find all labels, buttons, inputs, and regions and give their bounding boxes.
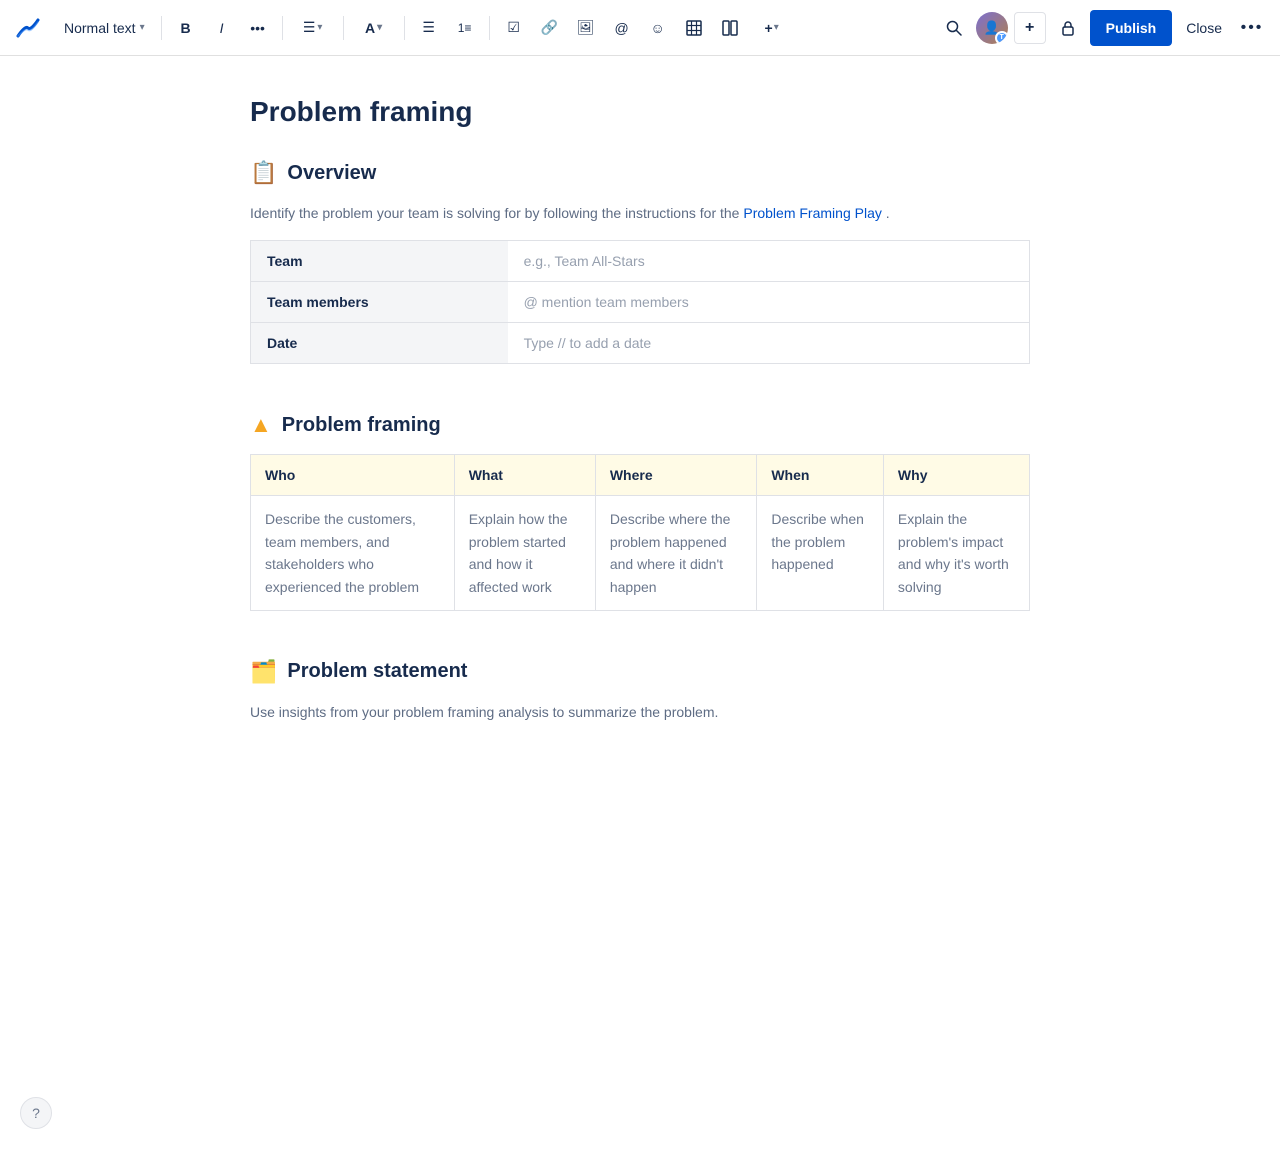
help-button[interactable]: ? [20,1097,52,1129]
why-cell[interactable]: Explain the problem's impact and why it'… [883,496,1029,611]
team-label: Team [251,241,508,282]
toolbar: Normal text ▾ B I ••• ☰ ▾ A ▾ ☰ 1≡ ☑ 🔗 [0,0,1280,56]
toolbar-right: 👤 T + Publish Close ••• [938,10,1268,46]
font-color-button[interactable]: A ▾ [352,12,396,44]
team-members-label: Team members [251,282,508,323]
problem-statement-heading: 🗂️ Problem statement [250,659,1030,685]
add-button[interactable]: + [1014,12,1046,44]
team-value[interactable]: e.g., Team All-Stars [508,241,1030,282]
col-who: Who [251,455,455,496]
layout-button[interactable] [714,12,746,44]
overview-section: 📋 Overview Identify the problem your tea… [250,160,1030,364]
col-what: What [454,455,595,496]
where-cell[interactable]: Describe where the problem happened and … [595,496,756,611]
col-when: When [757,455,884,496]
problem-framing-heading: ▲ Problem framing [250,412,1030,438]
col-where: Where [595,455,756,496]
date-label: Date [251,323,508,364]
divider-3 [343,16,344,40]
problem-statement-description: Use insights from your problem framing a… [250,701,1030,723]
avatar[interactable]: 👤 T [976,12,1008,44]
insert-more-button[interactable]: + ▾ [750,12,794,44]
framing-table-header-row: Who What Where When Why [251,455,1030,496]
divider-1 [161,16,162,40]
overview-heading: 📋 Overview [250,160,1030,186]
link-button[interactable]: 🔗 [534,12,566,44]
more-options-button[interactable]: ••• [1236,12,1268,44]
col-why: Why [883,455,1029,496]
restrict-button[interactable] [1052,12,1084,44]
table-row: Team members @ mention team members [251,282,1030,323]
who-cell[interactable]: Describe the customers, team members, an… [251,496,455,611]
more-text-button[interactable]: ••• [242,12,274,44]
numbered-list-button[interactable]: 1≡ [449,12,481,44]
text-style-chevron: ▾ [140,22,145,33]
framing-table: Who What Where When Why Describe the cus… [250,454,1030,611]
emoji-button[interactable]: ☺ [642,12,674,44]
align-button[interactable]: ☰ ▾ [291,12,335,44]
bullet-list-button[interactable]: ☰ [413,12,445,44]
table-row: Team e.g., Team All-Stars [251,241,1030,282]
date-value[interactable]: Type // to add a date [508,323,1030,364]
divider-4 [404,16,405,40]
overview-description: Identify the problem your team is solvin… [250,202,1030,224]
divider-2 [282,16,283,40]
image-button[interactable]: 🖼 [570,12,602,44]
table-row: Date Type // to add a date [251,323,1030,364]
problem-statement-icon: 🗂️ [250,659,277,685]
problem-framing-play-link[interactable]: Problem Framing Play [743,205,882,221]
when-cell[interactable]: Describe when the problem happened [757,496,884,611]
italic-button[interactable]: I [206,12,238,44]
team-members-value[interactable]: @ mention team members [508,282,1030,323]
overview-icon: 📋 [250,160,277,186]
page-content: Problem framing 📋 Overview Identify the … [190,56,1090,851]
overview-table: Team e.g., Team All-Stars Team members @… [250,240,1030,364]
avatar-badge: T [995,31,1008,44]
page-title: Problem framing [250,96,1030,128]
text-style-selector[interactable]: Normal text ▾ [56,10,153,46]
mention-button[interactable]: @ [606,12,638,44]
framing-table-row: Describe the customers, team members, an… [251,496,1030,611]
problem-framing-icon: ▲ [250,412,272,438]
problem-framing-section: ▲ Problem framing Who What Where When Wh… [250,412,1030,611]
divider-5 [489,16,490,40]
bold-button[interactable]: B [170,12,202,44]
close-button[interactable]: Close [1178,10,1230,46]
what-cell[interactable]: Explain how the problem started and how … [454,496,595,611]
search-button[interactable] [938,12,970,44]
task-button[interactable]: ☑ [498,12,530,44]
app-logo[interactable] [12,12,44,44]
problem-statement-section: 🗂️ Problem statement Use insights from y… [250,659,1030,723]
publish-button[interactable]: Publish [1090,10,1173,46]
table-button[interactable] [678,12,710,44]
text-style-label: Normal text [64,20,136,36]
